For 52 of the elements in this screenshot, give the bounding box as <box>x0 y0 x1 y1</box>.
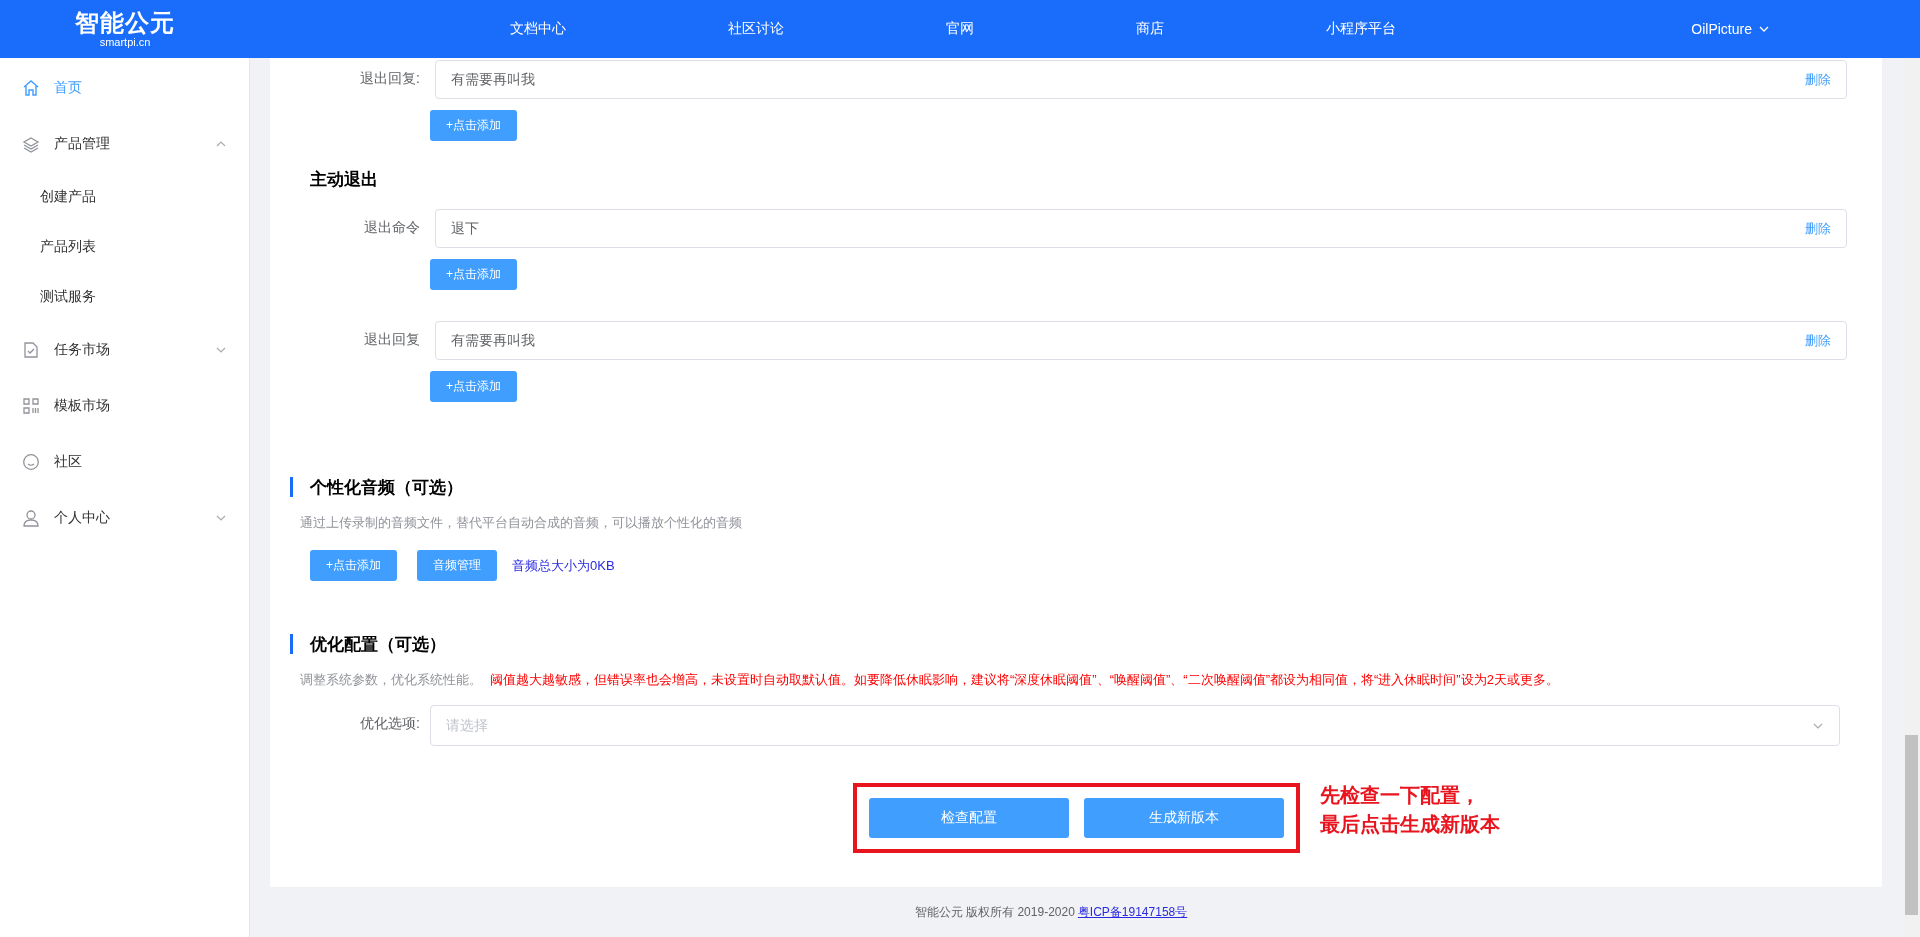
scrollbar-thumb[interactable] <box>1905 735 1918 915</box>
annotation-text: 先检查一下配置， 最后点击生成新版本 <box>1320 783 1500 837</box>
user-menu[interactable]: OilPicture <box>1691 21 1770 37</box>
input-field[interactable]: 有需要再叫我 删除 <box>435 321 1847 360</box>
size-note: 音频总大小为0KB <box>512 556 615 575</box>
field-label: 退出回复: <box>359 69 420 88</box>
user-icon <box>22 509 40 527</box>
nav-link[interactable]: 社区讨论 <box>728 20 784 38</box>
logo-subtitle: smartpi.cn <box>98 35 152 49</box>
input-field[interactable]: 退下 删除 <box>435 209 1847 248</box>
grid-icon <box>22 397 40 415</box>
section-heading: 优化配置（可选） <box>290 634 1847 654</box>
document-check-icon <box>22 341 40 359</box>
add-button[interactable]: +点击添加 <box>430 371 517 402</box>
field-label: 优化选项: <box>359 714 420 733</box>
add-button[interactable]: +点击添加 <box>310 550 397 581</box>
layers-icon <box>22 135 40 153</box>
generate-version-button[interactable]: 生成新版本 <box>1084 798 1284 838</box>
sidebar-subitem[interactable]: 产品列表 <box>0 222 249 272</box>
add-button[interactable]: +点击添加 <box>430 110 517 141</box>
sidebar-item[interactable]: 个人中心 <box>0 490 249 546</box>
delete-link[interactable]: 删除 <box>1805 70 1831 89</box>
nav-link[interactable]: 商店 <box>1136 20 1164 38</box>
sidebar-subitem[interactable]: 测试服务 <box>0 272 249 322</box>
sidebar-item[interactable]: 社区 <box>0 434 249 490</box>
home-icon <box>22 79 40 97</box>
logo-text: 智能公元 <box>75 9 175 36</box>
sidebar-item[interactable]: 任务市场 <box>0 322 249 378</box>
section-title: 主动退出 <box>310 169 379 191</box>
hint-text: 调整系统参数，优化系统性能。 <box>300 671 482 689</box>
input-field[interactable]: 有需要再叫我 删除 <box>435 60 1847 99</box>
sidebar-item[interactable]: 首页 <box>0 60 249 116</box>
delete-link[interactable]: 删除 <box>1805 219 1831 238</box>
scrollbar[interactable] <box>1903 58 1920 937</box>
smile-icon <box>22 453 40 471</box>
warning-text: 阈值越大越敏感，但错误率也会增高，未设置时自动取默认值。如要降低休眠影响，建议将“深度休眠阈值”、“唤醒阈值”、“二次唤醒阈值”都设为相同值，将“进入休眠时间”设为2天或更多。 <box>490 671 1559 689</box>
section-description: 通过上传录制的音频文件，替代平台自动合成的音频，可以播放个性化的音频 <box>300 514 743 532</box>
nav-link[interactable]: 小程序平台 <box>1326 20 1396 38</box>
copyright-text: 智能公元 版权所有 2019-2020 <box>914 903 1075 921</box>
section-heading: 个性化音频（可选） <box>290 477 1847 497</box>
sidebar-item[interactable]: 模板市场 <box>0 378 249 434</box>
sidebar-item[interactable]: 产品管理 <box>0 116 249 172</box>
nav-link[interactable]: 官网 <box>946 20 974 38</box>
delete-link[interactable]: 删除 <box>1805 331 1831 350</box>
audio-manage-button[interactable]: 音频管理 <box>417 550 497 581</box>
field-label: 退出回复 <box>363 330 420 349</box>
icp-link[interactable]: 粤ICP备19147158号 <box>1077 903 1188 921</box>
sidebar-subitem[interactable]: 创建产品 <box>0 172 249 222</box>
nav-link[interactable]: 文档中心 <box>510 20 566 38</box>
field-label: 退出命令 <box>363 218 420 237</box>
check-config-button[interactable]: 检查配置 <box>869 798 1069 838</box>
add-button[interactable]: +点击添加 <box>430 259 517 290</box>
